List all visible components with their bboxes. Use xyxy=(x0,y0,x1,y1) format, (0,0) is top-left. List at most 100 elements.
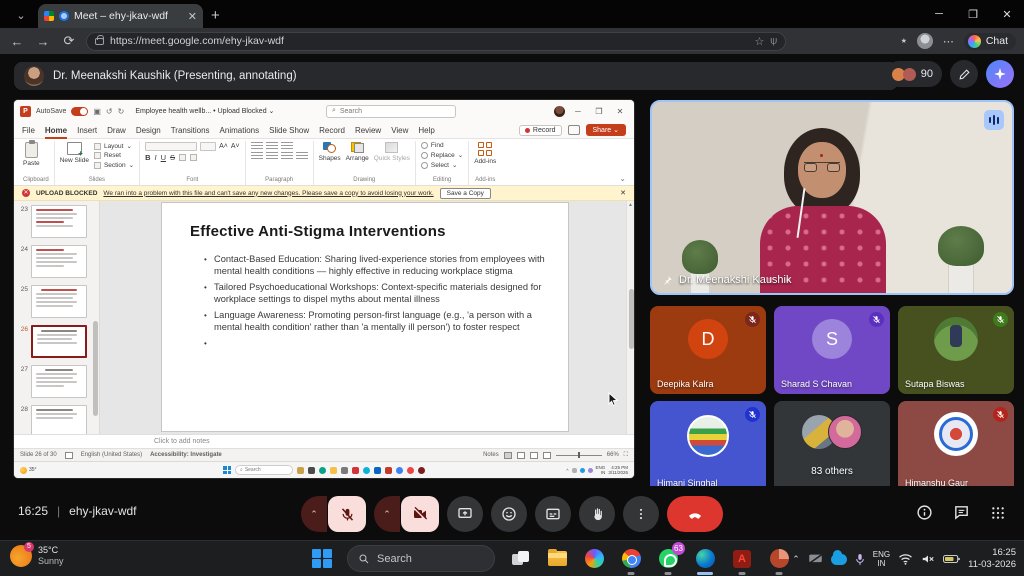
inner-app-icon[interactable] xyxy=(330,467,337,474)
inner-app-icon[interactable] xyxy=(352,467,359,474)
mic-muted-button[interactable] xyxy=(328,496,366,532)
notes-toggle[interactable]: Notes xyxy=(483,452,499,458)
browser-tab[interactable]: Meet – ehy-jkav-wdf ✕ xyxy=(38,4,203,28)
record-button[interactable]: Record xyxy=(519,125,562,136)
browser-menu-icon[interactable]: ⋯ xyxy=(943,35,954,48)
addins-button[interactable]: Add-ins xyxy=(474,142,496,165)
align-right-icon[interactable] xyxy=(281,152,293,160)
slide-thumbnail-27[interactable]: 27 xyxy=(18,365,89,398)
inner-app-icon[interactable] xyxy=(319,467,326,474)
font-name-box[interactable] xyxy=(145,142,197,151)
end-call-button[interactable] xyxy=(667,496,723,532)
layout-button[interactable]: Layout ⌄ xyxy=(94,142,134,150)
zoom-slider[interactable] xyxy=(556,455,602,456)
start-button[interactable] xyxy=(310,546,334,572)
tab-search-chevron-icon[interactable]: ⌄ xyxy=(8,4,34,26)
comments-icon[interactable] xyxy=(568,125,580,135)
taskbar-clock[interactable]: 16:2511-03-2026 xyxy=(968,547,1016,571)
bold-button[interactable]: B xyxy=(145,153,150,162)
redo-icon[interactable]: ↻ xyxy=(118,107,125,116)
gemini-button[interactable] xyxy=(986,60,1014,88)
paste-button[interactable]: Paste xyxy=(23,142,40,167)
tile-sharad-s-chavan[interactable]: S Sharad S Chavan xyxy=(774,306,890,394)
mic-options-chevron[interactable]: ⌃ xyxy=(301,496,327,532)
italic-button[interactable]: I xyxy=(155,153,157,162)
strikethrough-button[interactable]: S xyxy=(170,153,175,162)
menu-review[interactable]: Review xyxy=(355,126,381,135)
address-bar[interactable]: https://meet.google.com/ehy-jkav-wdf ☆ ⍦ xyxy=(86,32,786,51)
accessibility-indicator[interactable]: Accessibility: Investigate xyxy=(150,452,222,458)
fit-slide-icon[interactable]: ⛶ xyxy=(624,452,628,459)
indent-icon[interactable] xyxy=(281,142,293,150)
forward-button[interactable]: → xyxy=(34,34,52,49)
menu-help[interactable]: Help xyxy=(418,126,434,135)
inner-app-icon[interactable] xyxy=(374,467,381,474)
annotate-pen-button[interactable] xyxy=(950,60,978,88)
maximize-button[interactable]: ❐ xyxy=(956,0,990,28)
reactions-button[interactable] xyxy=(491,496,527,532)
captions-button[interactable] xyxy=(535,496,571,532)
chat-extension-button[interactable]: Chat xyxy=(964,33,1016,50)
menu-home[interactable]: Home xyxy=(45,126,67,135)
menu-slideshow[interactable]: Slide Show xyxy=(269,126,309,135)
ppt-minimize-button[interactable]: ─ xyxy=(570,107,586,116)
save-icon[interactable]: ▣ xyxy=(93,107,101,116)
tile-himanshu-gaur[interactable]: Himanshu Gaur xyxy=(898,401,1014,493)
autosave-toggle[interactable] xyxy=(71,107,88,116)
slideshow-view-icon[interactable] xyxy=(543,452,551,459)
tile-deepika-kalra[interactable]: D Deepika Kalra xyxy=(650,306,766,394)
slide-sorter-icon[interactable] xyxy=(517,452,525,459)
reading-view-icon[interactable] xyxy=(530,452,538,459)
collapse-ribbon-icon[interactable]: ⌄ xyxy=(619,174,630,185)
raise-hand-button[interactable] xyxy=(579,496,615,532)
whatsapp-icon[interactable]: 63 xyxy=(656,546,680,572)
language-indicator[interactable]: English (United States) xyxy=(81,452,142,458)
menu-insert[interactable]: Insert xyxy=(77,126,97,135)
onedrive-icon[interactable] xyxy=(831,554,847,565)
chrome-icon[interactable] xyxy=(619,546,643,572)
font-color-icon[interactable] xyxy=(190,154,197,161)
browser-profile-avatar[interactable] xyxy=(917,33,933,49)
task-view-button[interactable] xyxy=(508,546,532,572)
menu-draw[interactable]: Draw xyxy=(107,126,126,135)
tray-mic-icon[interactable] xyxy=(855,553,865,566)
arrange-button[interactable]: Arrange xyxy=(346,142,369,162)
select-button[interactable]: Select ⌄ xyxy=(421,161,463,169)
text-highlight-icon[interactable] xyxy=(179,154,186,161)
meeting-details-button[interactable] xyxy=(916,504,933,521)
justify-icon[interactable] xyxy=(296,152,308,160)
zoom-percentage[interactable]: 66% xyxy=(607,452,619,458)
inner-app-icon[interactable] xyxy=(407,467,414,474)
reload-button[interactable]: ⟳ xyxy=(60,33,78,49)
font-size-box[interactable] xyxy=(200,142,216,151)
display-settings-icon[interactable] xyxy=(65,452,73,459)
taskbar-search[interactable]: Search xyxy=(347,545,495,572)
reset-button[interactable]: Reset xyxy=(94,152,134,159)
display-off-icon[interactable] xyxy=(808,553,823,565)
close-button[interactable]: ✕ xyxy=(990,0,1024,28)
thumbnail-scrollbar[interactable] xyxy=(93,321,98,416)
warning-close-icon[interactable]: ✕ xyxy=(620,189,626,197)
upload-status-dropdown[interactable]: Upload Blocked xyxy=(218,108,267,115)
slide-number-indicator[interactable]: Slide 26 of 30 xyxy=(20,452,57,458)
menu-design[interactable]: Design xyxy=(136,126,161,135)
bullets-icon[interactable] xyxy=(251,142,263,150)
underline-button[interactable]: U xyxy=(161,153,166,162)
tab-close-icon[interactable]: ✕ xyxy=(188,10,197,23)
powerpoint-taskbar-icon[interactable] xyxy=(767,546,791,572)
slide-thumbnail-24[interactable]: 24 xyxy=(18,245,89,278)
grow-font-button[interactable]: A˄ xyxy=(219,143,228,150)
camera-options-chevron[interactable]: ⌃ xyxy=(374,496,400,532)
inner-app-icon[interactable] xyxy=(385,467,392,474)
section-button[interactable]: Section ⌄ xyxy=(94,161,134,169)
scroll-up-icon[interactable]: ▲ xyxy=(627,201,634,209)
bookmark-star-icon[interactable]: ☆ xyxy=(755,35,765,48)
participants-button[interactable]: 90 xyxy=(886,61,942,87)
inner-system-tray[interactable]: ^ ENGIN 4:25 PM3/11/2026 xyxy=(566,465,628,475)
edge-icon[interactable] xyxy=(693,546,717,572)
minimize-button[interactable]: ─ xyxy=(922,0,956,28)
share-button[interactable]: Share ⌄ xyxy=(586,124,627,136)
file-explorer-icon[interactable] xyxy=(545,546,569,572)
tile-himani-singhal[interactable]: Himani Singhal xyxy=(650,401,766,493)
menu-transitions[interactable]: Transitions xyxy=(171,126,210,135)
